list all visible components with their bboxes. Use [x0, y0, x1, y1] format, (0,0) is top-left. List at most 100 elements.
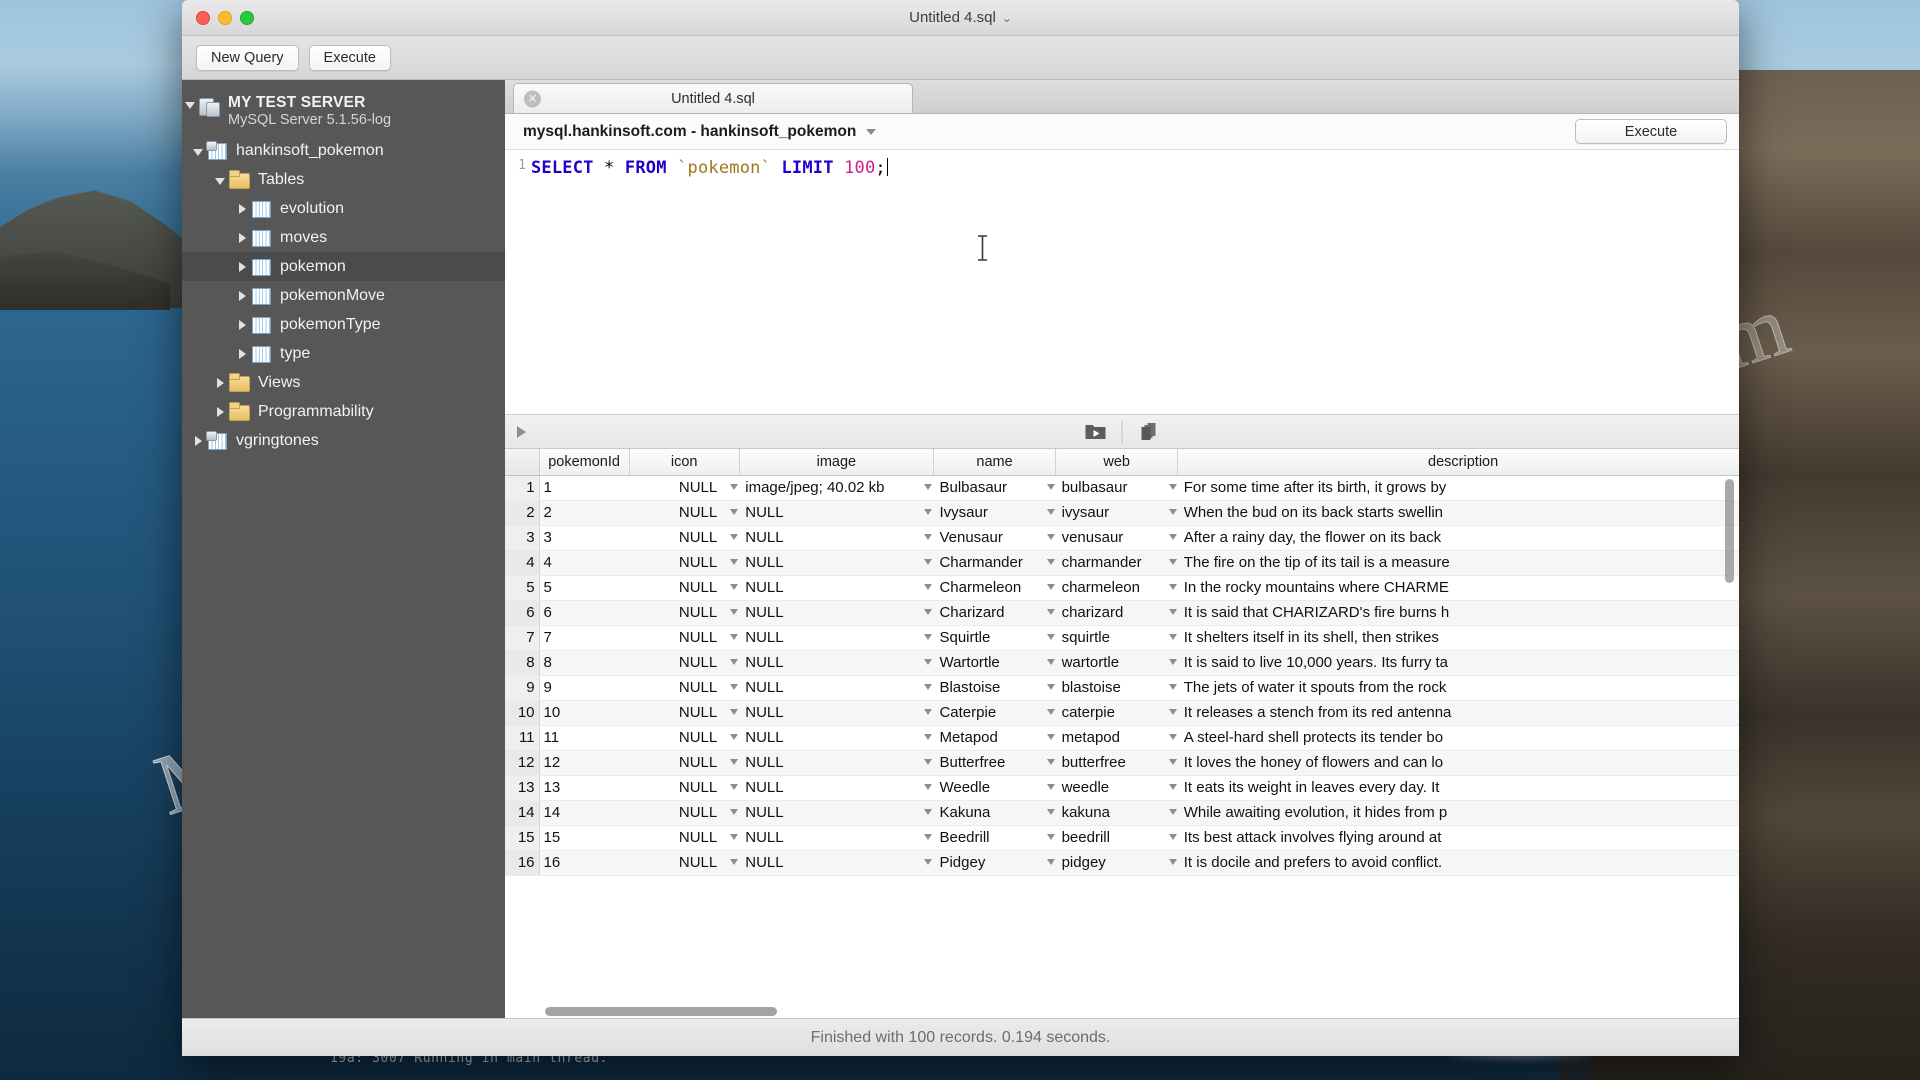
cell-dropdown-caret-icon[interactable]: [1037, 800, 1056, 826]
cell-dropdown-caret-icon[interactable]: [1037, 750, 1056, 776]
cell-dropdown-caret-icon[interactable]: [1159, 775, 1178, 801]
cell-image[interactable]: NULL: [739, 850, 916, 876]
cell-icon[interactable]: NULL: [629, 650, 722, 676]
grid-vertical-scrollbar[interactable]: [1725, 479, 1734, 583]
cell-pokemonId[interactable]: 4: [539, 550, 630, 576]
cell-image[interactable]: NULL: [739, 700, 916, 726]
sidebar-item-hankinsoft-pokemon[interactable]: hankinsoft_pokemon: [182, 136, 505, 165]
table-row[interactable]: 13 13 NULL NULL Weedle weedle It eats its weig…: [505, 775, 1739, 801]
cell-dropdown-caret-icon[interactable]: [1159, 750, 1178, 776]
cell-web[interactable]: weedle: [1055, 775, 1160, 801]
cell-name[interactable]: Kakuna: [933, 800, 1038, 826]
cell-description[interactable]: While awaiting evolution, it hides from …: [1177, 800, 1739, 826]
cell-dropdown-caret-icon[interactable]: [721, 800, 740, 826]
sidebar-item-programmability[interactable]: Programmability: [182, 397, 505, 426]
cell-web[interactable]: venusaur: [1055, 525, 1160, 551]
cell-pokemonId[interactable]: 7: [539, 625, 630, 651]
cell-web[interactable]: beedrill: [1055, 825, 1160, 851]
cell-dropdown-caret-icon[interactable]: [1159, 825, 1178, 851]
cell-dropdown-caret-icon[interactable]: [915, 475, 934, 501]
cell-name[interactable]: Charmeleon: [933, 575, 1038, 601]
execute-query-button[interactable]: Execute: [1575, 119, 1727, 144]
cell-dropdown-caret-icon[interactable]: [915, 500, 934, 526]
cell-pokemonId[interactable]: 12: [539, 750, 630, 776]
sql-code[interactable]: SELECT * FROM `pokemon` LIMIT 100;: [531, 150, 1739, 414]
new-query-button[interactable]: New Query: [196, 44, 299, 71]
sidebar-item-vgringtones[interactable]: vgringtones: [182, 426, 505, 455]
disclosure-triangle-icon[interactable]: [212, 377, 228, 388]
cell-dropdown-caret-icon[interactable]: [1159, 475, 1178, 501]
cell-dropdown-caret-icon[interactable]: [1037, 475, 1056, 501]
cell-description[interactable]: When the bud on its back starts swellin: [1177, 500, 1739, 526]
cell-dropdown-caret-icon[interactable]: [721, 675, 740, 701]
cell-dropdown-caret-icon[interactable]: [1037, 500, 1056, 526]
cell-name[interactable]: Blastoise: [933, 675, 1038, 701]
cell-web[interactable]: bulbasaur: [1055, 475, 1160, 501]
disclosure-triangle-icon[interactable]: [234, 319, 250, 330]
cell-description[interactable]: It releases a stench from its red antenn…: [1177, 700, 1739, 726]
cell-dropdown-caret-icon[interactable]: [1037, 850, 1056, 876]
cell-image[interactable]: NULL: [739, 525, 916, 551]
cell-dropdown-caret-icon[interactable]: [915, 525, 934, 551]
cell-description[interactable]: It eats its weight in leaves every day. …: [1177, 775, 1739, 801]
cell-image[interactable]: NULL: [739, 825, 916, 851]
cell-dropdown-caret-icon[interactable]: [721, 600, 740, 626]
cell-description[interactable]: For some time after its birth, it grows …: [1177, 475, 1739, 501]
cell-image[interactable]: NULL: [739, 600, 916, 626]
cell-web[interactable]: squirtle: [1055, 625, 1160, 651]
sidebar-item-type[interactable]: type: [182, 339, 505, 368]
cell-description[interactable]: It is said that CHARIZARD's fire burns h: [1177, 600, 1739, 626]
cell-web[interactable]: charizard: [1055, 600, 1160, 626]
table-row[interactable]: 1 1 NULL image/jpeg; 40.02 kb Bulbasaur bulba…: [505, 475, 1739, 501]
cell-pokemonId[interactable]: 11: [539, 725, 630, 751]
cell-description[interactable]: After a rainy day, the flower on its bac…: [1177, 525, 1739, 551]
cell-dropdown-caret-icon[interactable]: [1159, 625, 1178, 651]
cell-dropdown-caret-icon[interactable]: [721, 575, 740, 601]
cell-dropdown-caret-icon[interactable]: [915, 600, 934, 626]
cell-dropdown-caret-icon[interactable]: [721, 625, 740, 651]
cell-web[interactable]: charmander: [1055, 550, 1160, 576]
table-row[interactable]: 11 11 NULL NULL Metapod metapod A steel-hard s…: [505, 725, 1739, 751]
cell-name[interactable]: Beedrill: [933, 825, 1038, 851]
cell-pokemonId[interactable]: 8: [539, 650, 630, 676]
cell-name[interactable]: Butterfree: [933, 750, 1038, 776]
cell-dropdown-caret-icon[interactable]: [915, 800, 934, 826]
cell-dropdown-caret-icon[interactable]: [915, 850, 934, 876]
cell-icon[interactable]: NULL: [629, 600, 722, 626]
cell-dropdown-caret-icon[interactable]: [721, 700, 740, 726]
cell-pokemonId[interactable]: 10: [539, 700, 630, 726]
cell-dropdown-caret-icon[interactable]: [915, 650, 934, 676]
cell-icon[interactable]: NULL: [629, 725, 722, 751]
cell-dropdown-caret-icon[interactable]: [915, 825, 934, 851]
column-header-image[interactable]: image: [739, 449, 934, 476]
cell-dropdown-caret-icon[interactable]: [915, 700, 934, 726]
cell-pokemonId[interactable]: 14: [539, 800, 630, 826]
cell-dropdown-caret-icon[interactable]: [915, 550, 934, 576]
sidebar-item-pokemonmove[interactable]: pokemonMove: [182, 281, 505, 310]
disclosure-triangle-icon[interactable]: [190, 435, 206, 446]
disclosure-triangle-icon[interactable]: [182, 99, 198, 109]
cell-dropdown-caret-icon[interactable]: [1037, 600, 1056, 626]
cell-name[interactable]: Metapod: [933, 725, 1038, 751]
cell-pokemonId[interactable]: 16: [539, 850, 630, 876]
cell-dropdown-caret-icon[interactable]: [1159, 675, 1178, 701]
cell-dropdown-caret-icon[interactable]: [1159, 525, 1178, 551]
cell-dropdown-caret-icon[interactable]: [721, 750, 740, 776]
cell-dropdown-caret-icon[interactable]: [1037, 700, 1056, 726]
cell-name[interactable]: Venusaur: [933, 525, 1038, 551]
disclosure-triangle-icon[interactable]: [234, 203, 250, 214]
cell-icon[interactable]: NULL: [629, 525, 722, 551]
cell-image[interactable]: NULL: [739, 775, 916, 801]
disclosure-triangle-icon[interactable]: [234, 261, 250, 272]
cell-name[interactable]: Ivysaur: [933, 500, 1038, 526]
cell-dropdown-caret-icon[interactable]: [721, 550, 740, 576]
cell-dropdown-caret-icon[interactable]: [1159, 500, 1178, 526]
table-row[interactable]: 8 8 NULL NULL Wartortle wartortle It is said t…: [505, 650, 1739, 676]
cell-dropdown-caret-icon[interactable]: [915, 725, 934, 751]
table-row[interactable]: 7 7 NULL NULL Squirtle squirtle It shelters it…: [505, 625, 1739, 651]
cell-image[interactable]: NULL: [739, 550, 916, 576]
cell-dropdown-caret-icon[interactable]: [721, 850, 740, 876]
column-header-pokemonId[interactable]: pokemonId: [539, 449, 630, 476]
cell-dropdown-caret-icon[interactable]: [1037, 725, 1056, 751]
sidebar-item-evolution[interactable]: evolution: [182, 194, 505, 223]
